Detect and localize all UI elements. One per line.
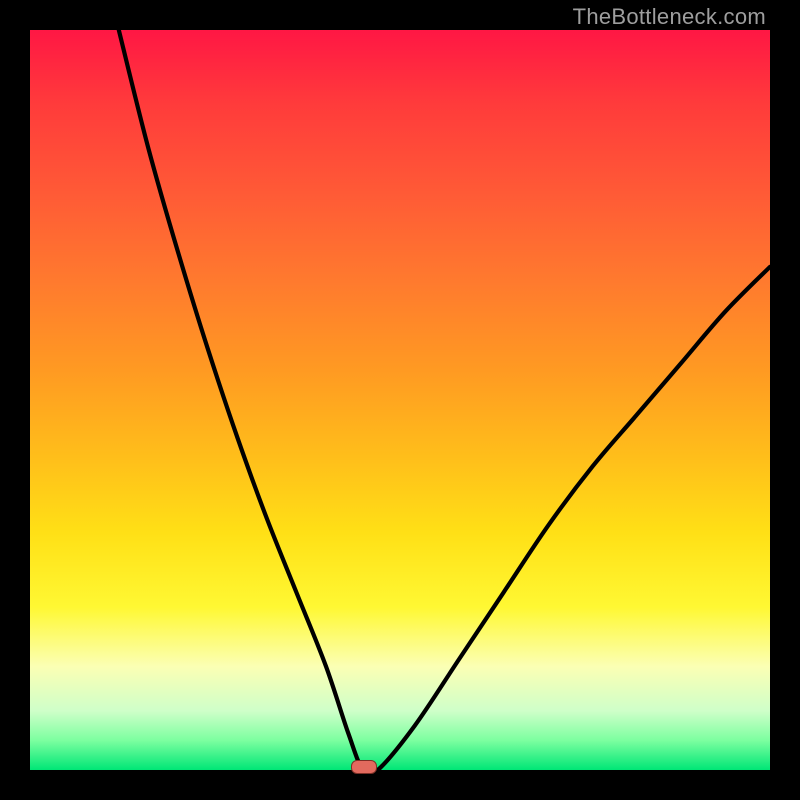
chart-container: TheBottleneck.com <box>0 0 800 800</box>
plot-area <box>30 30 770 770</box>
optimal-marker-pill <box>351 760 377 774</box>
optimal-marker <box>351 760 377 774</box>
watermark-text: TheBottleneck.com <box>573 4 766 30</box>
bottleneck-curve <box>30 30 770 770</box>
